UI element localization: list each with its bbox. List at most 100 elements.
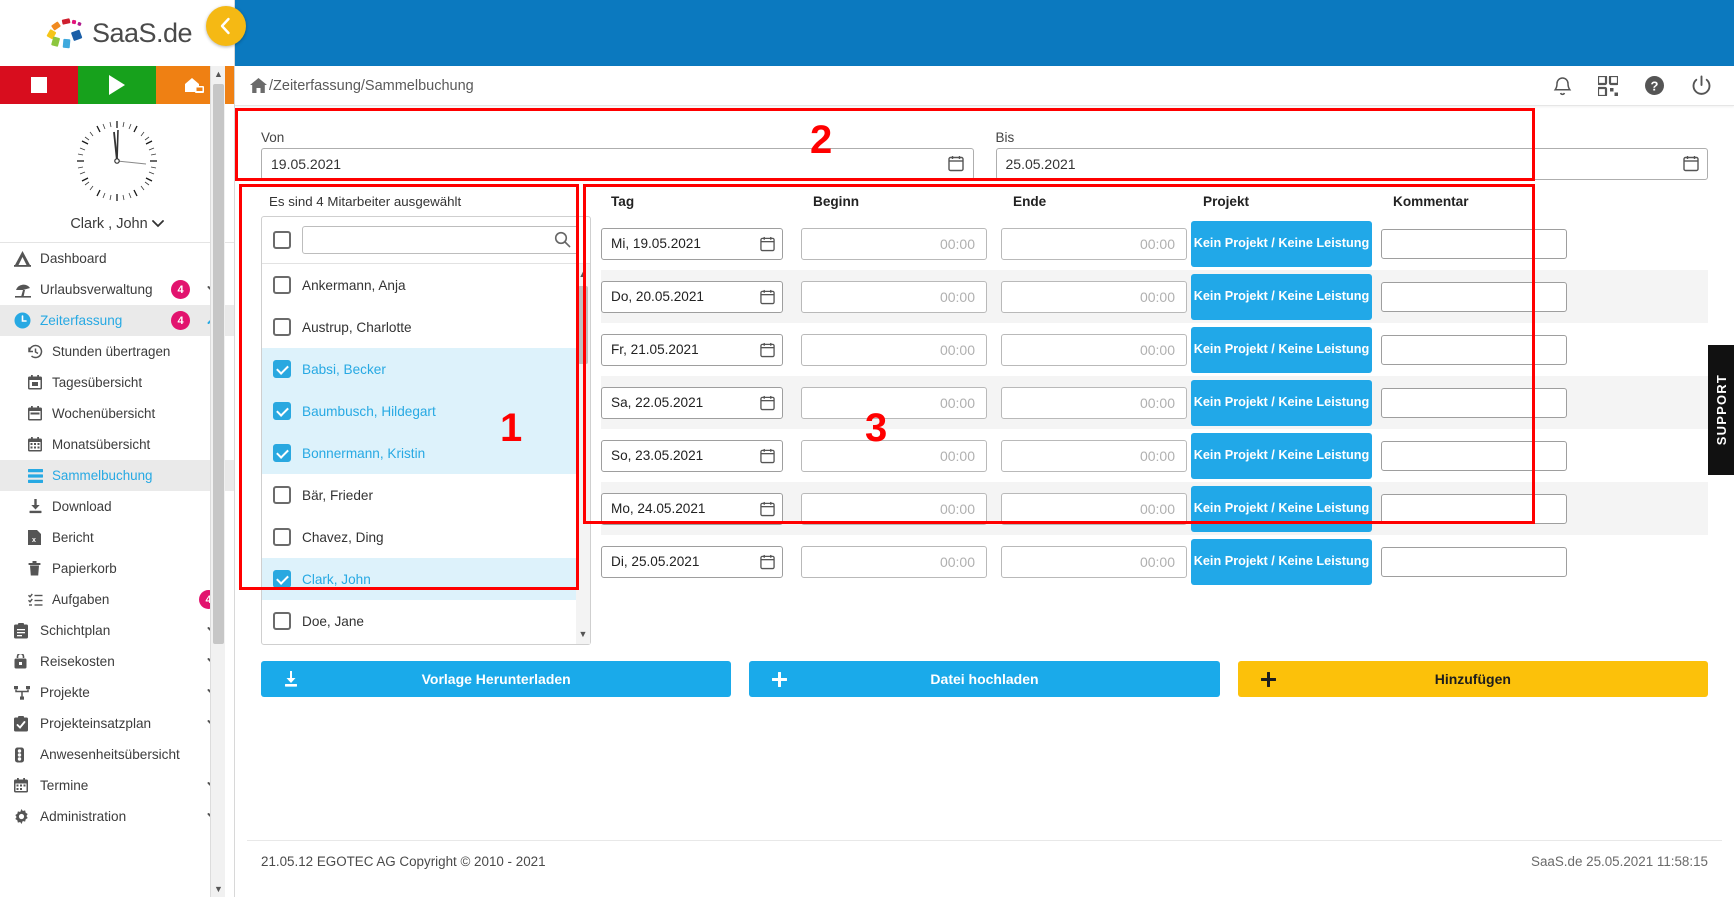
home-icon[interactable] (249, 77, 268, 94)
sidebar-item-bericht[interactable]: x Bericht (0, 522, 234, 553)
scroll-down-icon[interactable]: ▼ (576, 626, 590, 642)
employee-checkbox[interactable] (273, 486, 291, 504)
day-input[interactable] (601, 545, 783, 578)
qrcode-icon[interactable] (1598, 75, 1618, 96)
sidebar-item-projekteinsatzplan[interactable]: Projekteinsatzplan (0, 708, 234, 739)
sidebar-item-dashboard[interactable]: Dashboard (0, 243, 234, 274)
calendar-icon[interactable] (759, 341, 776, 360)
sidebar-item-stunden-bertragen[interactable]: Stunden übertragen (0, 336, 234, 367)
list-item[interactable]: Baumbusch, Hildegart (262, 390, 590, 432)
list-item[interactable]: Babsi, Becker (262, 348, 590, 390)
end-time-input[interactable] (1001, 492, 1187, 525)
download-template-button[interactable]: Vorlage Herunterladen (261, 661, 732, 697)
comment-input[interactable] (1381, 546, 1567, 577)
project-select-button[interactable]: Kein Projekt / Keine Leistung (1191, 379, 1372, 426)
bell-icon[interactable] (1553, 75, 1572, 96)
sidebar-item-wochen-bersicht[interactable]: Wochenübersicht (0, 398, 234, 429)
sidebar-item-zeiterfassung[interactable]: Zeiterfassung 4 (0, 305, 234, 336)
project-select-button[interactable]: Kein Projekt / Keine Leistung (1191, 326, 1372, 373)
scroll-thumb[interactable] (578, 286, 588, 364)
begin-time-input[interactable] (801, 439, 987, 472)
list-item[interactable]: Ankermann, Anja (262, 264, 590, 306)
sidebar-item-aufgaben[interactable]: Aufgaben 4 (0, 584, 234, 615)
stop-button[interactable] (0, 66, 78, 104)
comment-input[interactable] (1381, 334, 1567, 365)
calendar-icon[interactable] (759, 394, 776, 413)
day-input[interactable] (601, 492, 783, 525)
upload-file-button[interactable]: Datei hochladen (749, 661, 1220, 697)
list-item[interactable]: Clark, John (262, 558, 590, 600)
sidebar-item-papierkorb[interactable]: Papierkorb (0, 553, 234, 584)
project-select-button[interactable]: Kein Projekt / Keine Leistung (1191, 538, 1372, 585)
sidebar-item-reisekosten[interactable]: Reisekosten (0, 646, 234, 677)
sidebar-item-download[interactable]: Download (0, 491, 234, 522)
to-date-input[interactable] (995, 148, 1708, 180)
employee-checkbox[interactable] (273, 528, 291, 546)
sidebar-collapse-button[interactable] (206, 6, 246, 46)
employee-checkbox[interactable] (273, 402, 291, 420)
breadcrumb[interactable]: /Zeiterfassung/Sammelbuchung (249, 77, 474, 94)
comment-input[interactable] (1381, 228, 1567, 259)
play-button[interactable] (78, 66, 156, 104)
support-tab[interactable]: SUPPORT (1708, 345, 1734, 475)
search-icon[interactable] (554, 231, 571, 248)
sidebar-item-schichtplan[interactable]: Schichtplan (0, 615, 234, 646)
employee-search-input[interactable] (302, 226, 579, 254)
employee-checkbox[interactable] (273, 360, 291, 378)
sidebar-item-projekte[interactable]: Projekte (0, 677, 234, 708)
list-item[interactable]: Doe, Jane (262, 600, 590, 642)
employee-list-scrollbar[interactable]: ▲ ▼ (576, 264, 590, 644)
begin-time-input[interactable] (801, 545, 987, 578)
employee-checkbox[interactable] (273, 318, 291, 336)
end-time-input[interactable] (1001, 227, 1187, 260)
project-select-button[interactable]: Kein Projekt / Keine Leistung (1191, 432, 1372, 479)
comment-input[interactable] (1381, 281, 1567, 312)
scroll-up-icon[interactable]: ▲ (576, 266, 590, 282)
end-time-input[interactable] (1001, 333, 1187, 366)
day-input[interactable] (601, 439, 783, 472)
begin-time-input[interactable] (801, 280, 987, 313)
day-input[interactable] (601, 280, 783, 313)
page-scrollbar[interactable]: ▲ ▼ (210, 66, 225, 897)
employee-checkbox[interactable] (273, 444, 291, 462)
day-input[interactable] (601, 227, 783, 260)
sidebar-item-tages-bersicht[interactable]: Tagesübersicht (0, 367, 234, 398)
brand-logo[interactable]: SaaS.de (0, 0, 234, 66)
employee-checkbox[interactable] (273, 570, 291, 588)
employee-list[interactable]: ▲ ▼ Ankermann, Anja Austrup, Charlotte Bab… (262, 264, 590, 644)
scroll-down-icon[interactable]: ▼ (211, 881, 226, 897)
list-item[interactable]: Bär, Frieder (262, 474, 590, 516)
end-time-input[interactable] (1001, 439, 1187, 472)
scroll-thumb[interactable] (213, 84, 224, 644)
calendar-icon[interactable] (1682, 154, 1699, 173)
calendar-icon[interactable] (759, 500, 776, 519)
help-icon[interactable]: ? (1644, 75, 1665, 96)
sidebar-item-monats-bersicht[interactable]: Monatsübersicht (0, 429, 234, 460)
day-input[interactable] (601, 333, 783, 366)
end-time-input[interactable] (1001, 386, 1187, 419)
user-menu[interactable]: Clark , John (0, 208, 234, 242)
calendar-icon[interactable] (759, 553, 776, 572)
project-select-button[interactable]: Kein Projekt / Keine Leistung (1191, 273, 1372, 320)
sidebar-item-anwesenheits-bersicht[interactable]: Anwesenheitsübersicht (0, 739, 234, 770)
begin-time-input[interactable] (801, 386, 987, 419)
employee-checkbox[interactable] (273, 612, 291, 630)
end-time-input[interactable] (1001, 280, 1187, 313)
end-time-input[interactable] (1001, 545, 1187, 578)
begin-time-input[interactable] (801, 333, 987, 366)
scroll-up-icon[interactable]: ▲ (211, 66, 226, 82)
begin-time-input[interactable] (801, 492, 987, 525)
calendar-icon[interactable] (759, 288, 776, 307)
employee-checkbox[interactable] (273, 276, 291, 294)
comment-input[interactable] (1381, 440, 1567, 471)
sidebar-item-administration[interactable]: Administration (0, 801, 234, 832)
power-icon[interactable] (1691, 75, 1712, 96)
comment-input[interactable] (1381, 387, 1567, 418)
list-item[interactable]: Chavez, Ding (262, 516, 590, 558)
sidebar-item-sammelbuchung[interactable]: Sammelbuchung (0, 460, 234, 491)
day-input[interactable] (601, 386, 783, 419)
select-all-checkbox[interactable] (273, 231, 291, 249)
comment-input[interactable] (1381, 493, 1567, 524)
list-item[interactable]: Austrup, Charlotte (262, 306, 590, 348)
sidebar-item-urlaubsverwaltung[interactable]: Urlaubsverwaltung 4 (0, 274, 234, 305)
